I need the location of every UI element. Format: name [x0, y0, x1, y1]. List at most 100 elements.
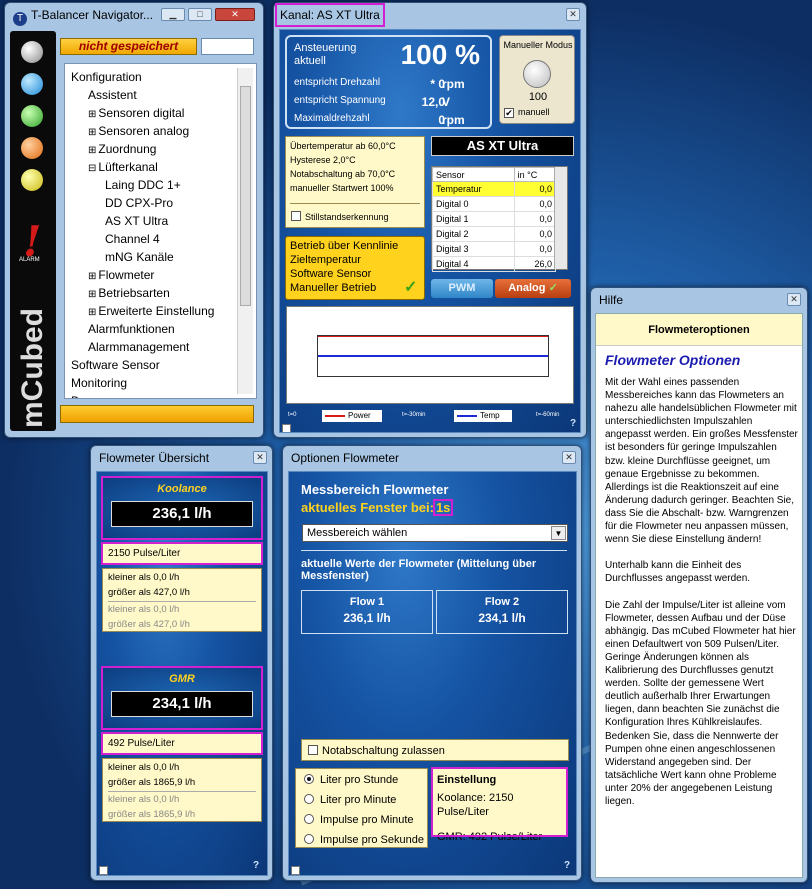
window-label: aktuelles Fenster bei: — [301, 500, 434, 515]
minimize-button[interactable]: ▁ — [161, 8, 185, 21]
expand-icon[interactable]: ⊞ — [88, 109, 96, 120]
tree-item[interactable]: DD CPX-Pro — [105, 196, 173, 210]
stillstand-checkbox[interactable]: Stillstandserkennung — [291, 211, 389, 222]
unit-radio[interactable]: Liter pro Minute — [304, 794, 396, 806]
unit-radio-label: Liter pro Minute — [320, 794, 397, 806]
save-status-badge: nicht gespeichert — [60, 38, 197, 55]
chevron-down-icon[interactable]: ▼ — [551, 526, 566, 540]
analog-button[interactable]: Analog ✓ — [495, 279, 571, 298]
optionen-close-button[interactable]: ✕ — [562, 451, 576, 464]
unit-radio[interactable]: Impulse pro Sekunde — [304, 834, 424, 846]
flowmeter-pulses[interactable]: 2150 Pulse/Liter — [101, 542, 263, 565]
tree-item-label: Bewegung — [71, 394, 128, 398]
sensor-row[interactable]: Temperatur 0,0 — [432, 181, 557, 197]
tree-item[interactable]: Laing DDC 1+ — [105, 178, 181, 192]
kanal-row-unit: V — [442, 95, 451, 109]
sensor-row[interactable]: Digital 2 0,0 — [432, 226, 557, 242]
resize-handle[interactable] — [282, 424, 291, 432]
legend-temp-label: Temp — [480, 411, 500, 420]
uebersicht-close-button[interactable]: ✕ — [253, 451, 267, 464]
alarm-label: ALARM — [19, 257, 40, 263]
close-button[interactable]: ✕ — [215, 8, 255, 21]
uebersicht-help-icon[interactable]: ? — [253, 860, 259, 871]
navigator-title: T-Balancer Navigator... — [31, 8, 154, 22]
sensor-row[interactable]: Digital 3 0,0 — [432, 241, 557, 257]
info-line: Notabschaltung ab 70,0°C — [290, 169, 396, 179]
hilfe-paragraph-1: Mit der Wahl eines passenden Messbereich… — [605, 377, 798, 546]
maximize-button[interactable]: □ — [188, 8, 212, 21]
sensor-cell: Digital 4 — [432, 256, 515, 272]
tree-item[interactable]: ⊞ Betriebsarten — [88, 286, 170, 300]
tree-item[interactable]: Assistent — [88, 88, 137, 102]
tree-item[interactable]: Konfiguration — [71, 70, 142, 84]
power-line — [318, 336, 548, 337]
messbereich-select[interactable]: Messbereich wählen ▼ — [302, 524, 568, 542]
kanal-close-button[interactable]: ✕ — [566, 8, 580, 21]
tree-item[interactable]: AS XT Ultra — [105, 214, 168, 228]
kanal-window: Kanal: AS XT Ultra ✕ Ansteuerung aktuell… — [273, 2, 587, 438]
flowmeter-pulses[interactable]: 492 Pulse/Liter — [101, 732, 263, 755]
expand-icon[interactable]: ⊞ — [88, 289, 96, 300]
limit-low-warn: kleiner als 0,0 l/h — [108, 791, 256, 807]
tree-item[interactable]: ⊞ Flowmeter — [88, 268, 154, 282]
tree-item[interactable]: Monitoring — [71, 376, 127, 390]
tree-item[interactable]: mNG Kanäle — [105, 250, 174, 264]
manual-mode-box: Manueller Modus 100 ✔ manuell — [499, 35, 575, 124]
tree-item[interactable]: Bewegung — [71, 394, 128, 398]
help-icon[interactable]: ? — [570, 418, 576, 429]
tree-scroll-thumb[interactable] — [240, 86, 251, 306]
tree-item-label: Erweiterte Einstellung — [98, 304, 215, 318]
collapse-icon[interactable]: ⊟ — [88, 163, 96, 174]
sensor-scrollbar[interactable] — [554, 167, 567, 269]
tree-item-label: DD CPX-Pro — [105, 196, 174, 210]
manual-checkbox[interactable]: ✔ manuell — [504, 107, 550, 118]
tree-item-label: Sensoren digital — [98, 106, 185, 120]
sensor-row[interactable]: Digital 0 0,0 — [432, 196, 557, 212]
tree-item[interactable]: ⊞ Sensoren digital — [88, 106, 184, 120]
uebersicht-resize-handle[interactable] — [99, 866, 108, 875]
flow-value: 236,1 l/h — [343, 611, 391, 625]
window-line: aktuelles Fenster bei: 1s — [301, 499, 454, 516]
flowmeter-limits[interactable]: kleiner als 0,0 l/h größer als 1865,9 l/h… — [102, 758, 262, 822]
hilfe-close-button[interactable]: ✕ — [787, 293, 801, 306]
uebersicht-title: Flowmeter Übersicht — [99, 451, 210, 465]
expand-icon[interactable]: ⊞ — [88, 271, 96, 282]
ansteuerung-sublabel: aktuell — [294, 55, 326, 67]
tree-item[interactable]: Alarmfunktionen — [88, 322, 175, 336]
tree-item[interactable]: ⊞ Erweiterte Einstellung — [88, 304, 214, 318]
mode-box[interactable]: Betrieb über Kennlinie Zieltemperatur Soft… — [285, 236, 425, 300]
expand-icon[interactable]: ⊞ — [88, 145, 96, 156]
tree-item[interactable]: Software Sensor — [71, 358, 160, 372]
led-blue-icon — [21, 73, 43, 95]
legend-t30: t=-30min — [402, 412, 426, 418]
limit-high-warn: größer als 427,0 l/h — [108, 619, 190, 630]
tree-item[interactable]: Channel 4 — [105, 232, 160, 246]
unit-radio[interactable]: Impulse pro Minute — [304, 814, 414, 826]
tree-item[interactable]: Alarmmanagement — [88, 340, 189, 354]
sensor-row[interactable]: Digital 4 26,0 — [432, 256, 557, 272]
tree-scrollbar[interactable] — [237, 68, 253, 394]
optionen-help-icon[interactable]: ? — [564, 860, 570, 871]
kanal-title: Kanal: AS XT Ultra — [275, 3, 385, 27]
unit-radio-label: Impulse pro Minute — [320, 814, 414, 826]
pwm-button[interactable]: PWM — [431, 279, 493, 298]
manual-dial[interactable] — [523, 60, 551, 88]
tree-item[interactable]: ⊞ Zuordnung — [88, 142, 156, 156]
expand-icon[interactable]: ⊞ — [88, 307, 96, 318]
tree-item-label: Monitoring — [71, 376, 128, 390]
notabschaltung-checkbox[interactable]: Notabschaltung zulassen — [301, 739, 569, 761]
manual-mode-title: Manueller Modus — [503, 40, 573, 50]
messbereich-heading: Messbereich Flowmeter — [301, 482, 449, 497]
einstellung-gmr: GMR: 492 Pulse/Liter — [437, 831, 543, 843]
unit-radio[interactable]: Liter pro Stunde — [304, 774, 398, 786]
uebersicht-titlebar: Flowmeter Übersicht — [91, 446, 272, 470]
flowmeter-limits[interactable]: kleiner als 0,0 l/h größer als 427,0 l/h k… — [102, 568, 262, 632]
status-field — [201, 38, 254, 55]
optionen-resize-handle[interactable] — [291, 866, 300, 875]
expand-icon[interactable]: ⊞ — [88, 127, 96, 138]
tree-item[interactable]: ⊞ Sensoren analog — [88, 124, 189, 138]
tree-item[interactable]: ⊟ Lüfterkanal — [88, 160, 158, 174]
sensor-row[interactable]: Digital 1 0,0 — [432, 211, 557, 227]
tree-item-label: Betriebsarten — [98, 286, 170, 300]
navigator-window: T T-Balancer Navigator... ▁ □ ✕ ! ALARM m… — [4, 2, 264, 438]
